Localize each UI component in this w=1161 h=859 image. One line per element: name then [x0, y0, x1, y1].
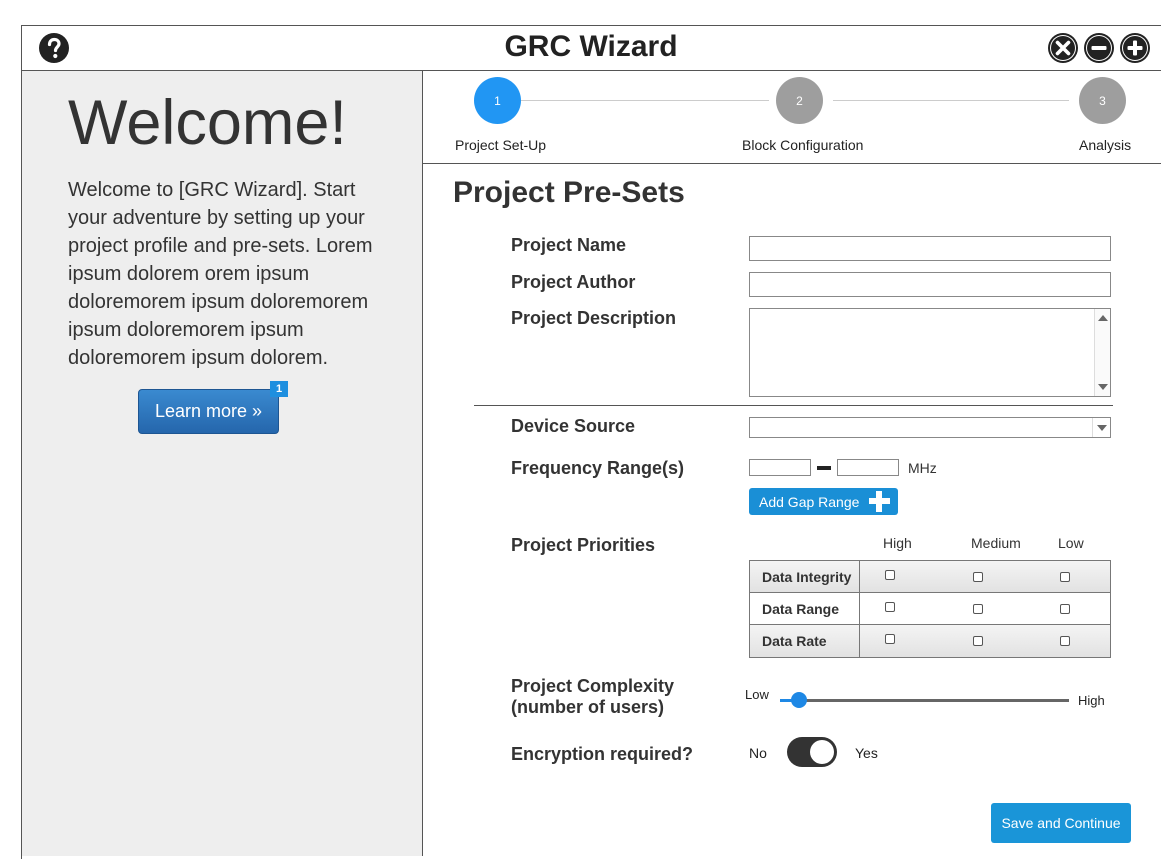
step-3-indicator[interactable]: 3	[1079, 77, 1126, 124]
data-range-low-checkbox[interactable]	[1060, 604, 1070, 614]
step-2-label: Block Configuration	[742, 137, 864, 153]
project-description-textarea[interactable]	[749, 308, 1111, 397]
form-title: Project Pre-Sets	[453, 176, 685, 209]
learn-more-button[interactable]: Learn more »	[138, 389, 279, 434]
complexity-min-label: Low	[745, 687, 769, 702]
data-integrity-low-checkbox[interactable]	[1060, 572, 1070, 582]
section-divider	[474, 405, 1113, 406]
welcome-text: Welcome to [GRC Wizard]. Start your adve…	[68, 179, 373, 369]
add-gap-range-button[interactable]: Add Gap Range	[749, 488, 898, 515]
data-rate-medium-checkbox[interactable]	[973, 636, 983, 646]
data-integrity-medium-checkbox[interactable]	[973, 572, 983, 582]
project-author-input[interactable]	[749, 272, 1111, 297]
complexity-max-label: High	[1078, 693, 1105, 708]
scroll-down-icon[interactable]	[1098, 384, 1108, 390]
row-label-data-range: Data Range	[750, 593, 860, 624]
encryption-toggle[interactable]	[787, 737, 837, 767]
step-2-indicator[interactable]: 2	[776, 77, 823, 124]
project-complexity-label-line2: (number of users)	[511, 697, 665, 717]
project-complexity-label-line1: Project Complexity	[511, 676, 675, 696]
textarea-scrollbar[interactable]	[1094, 309, 1110, 396]
chevron-down-icon	[1097, 425, 1107, 431]
encryption-off-label: No	[749, 745, 767, 761]
step-connector	[521, 100, 769, 101]
step-connector	[833, 100, 1069, 101]
row-label-data-integrity: Data Integrity	[750, 561, 860, 592]
frequency-to-input[interactable]	[837, 459, 899, 476]
close-icon[interactable]	[1047, 32, 1079, 64]
encryption-on-label: Yes	[855, 745, 878, 761]
add-gap-range-label: Add Gap Range	[759, 493, 860, 510]
toggle-knob	[810, 740, 834, 764]
maximize-icon[interactable]	[1119, 32, 1151, 64]
table-row: Data Rate	[750, 625, 1110, 657]
project-name-label: Project Name	[511, 235, 627, 255]
encryption-label: Encryption required?	[511, 744, 694, 764]
row-label-data-rate: Data Rate	[750, 625, 860, 657]
frequency-range-label: Frequency Range(s)	[511, 458, 685, 478]
save-and-continue-button[interactable]: Save and Continue	[991, 803, 1131, 843]
complexity-slider-track[interactable]	[780, 699, 1069, 702]
step-1-indicator[interactable]: 1	[474, 77, 521, 124]
data-rate-low-checkbox[interactable]	[1060, 636, 1070, 646]
priority-col-low: Low	[1058, 535, 1084, 551]
data-integrity-high-checkbox[interactable]	[885, 570, 895, 580]
project-author-label: Project Author	[511, 272, 636, 292]
step-1-label: Project Set-Up	[455, 137, 547, 153]
minimize-icon[interactable]	[1083, 32, 1115, 64]
welcome-heading: Welcome!	[68, 88, 347, 158]
step-3-label: Analysis	[1079, 137, 1132, 153]
range-dash	[817, 466, 831, 470]
welcome-sidebar: Welcome! Welcome to [GRC Wizard]. Start …	[22, 71, 423, 856]
window-title: GRC Wizard	[504, 30, 678, 63]
frequency-from-input[interactable]	[749, 459, 811, 476]
project-description-label: Project Description	[511, 308, 677, 328]
plus-icon	[869, 491, 890, 512]
complexity-slider-thumb[interactable]	[790, 692, 807, 708]
device-source-label: Device Source	[511, 416, 636, 436]
wizard-stepper: 1 2 3 Project Set-Up Block Configuration…	[423, 71, 1161, 164]
data-rate-high-checkbox[interactable]	[885, 634, 895, 644]
scroll-up-icon[interactable]	[1098, 315, 1108, 321]
frequency-unit: MHz	[908, 460, 937, 476]
table-row: Data Range	[750, 593, 1110, 625]
device-source-select[interactable]	[749, 417, 1111, 438]
project-name-input[interactable]	[749, 236, 1111, 261]
project-priorities-label: Project Priorities	[511, 535, 656, 555]
data-range-medium-checkbox[interactable]	[973, 604, 983, 614]
data-range-high-checkbox[interactable]	[885, 602, 895, 612]
table-row: Data Integrity	[750, 561, 1110, 593]
priority-col-high: High	[883, 535, 912, 551]
priorities-table: Data Integrity Data Range Data Rate	[749, 560, 1111, 658]
project-complexity-label: Project Complexity (number of users)	[511, 676, 674, 718]
title-bar: GRC Wizard	[21, 25, 1161, 71]
priority-col-medium: Medium	[971, 535, 1021, 551]
dropdown-arrow-icon[interactable]	[1092, 418, 1110, 437]
notification-badge: 1	[270, 381, 288, 397]
